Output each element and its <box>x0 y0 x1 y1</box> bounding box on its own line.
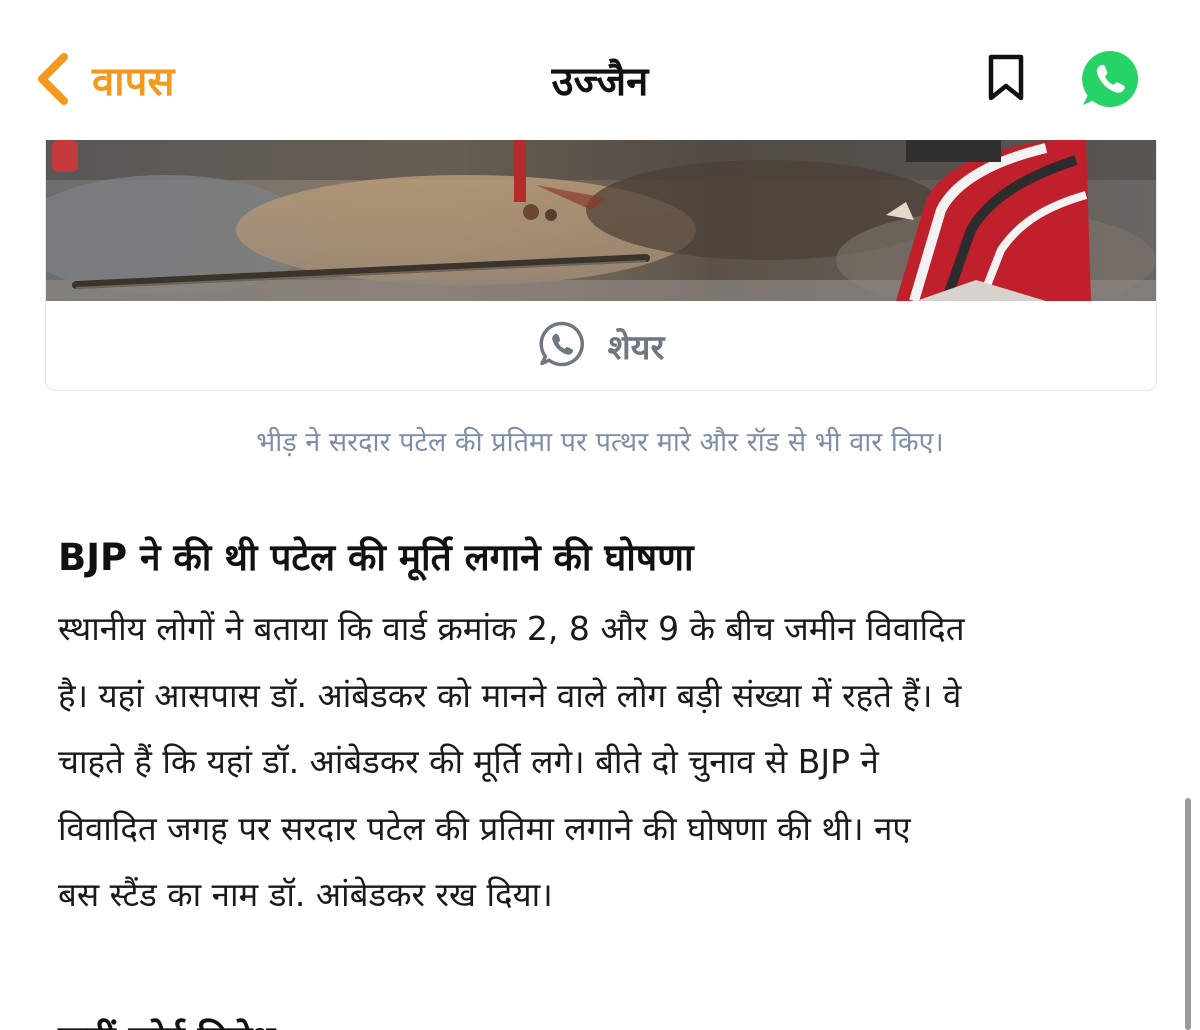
whatsapp-outline-icon <box>538 320 586 372</box>
scrollbar[interactable] <box>1185 798 1191 1030</box>
bookmark-button[interactable] <box>984 52 1028 104</box>
body-line: चाहते हैं कि यहां डॉ. आंबेडकर की मूर्ति … <box>58 742 879 781</box>
whatsapp-share-button[interactable] <box>1079 48 1141 110</box>
body-line: विवादित जगह पर सरदार पटेल की प्रतिमा लगा… <box>58 808 911 848</box>
image-caption: भीड़ ने सरदार पटेल की प्रतिमा पर पत्थर म… <box>256 427 944 458</box>
body-line: बस स्टैंड का नाम डॉ. आंबेडकर रख दिया। <box>58 875 553 914</box>
share-button[interactable]: शेयर <box>46 301 1156 390</box>
body-line: है। यहां आसपास डॉ. आंबेडकर को मानने वाले… <box>58 675 962 715</box>
share-label: शेयर <box>607 327 665 368</box>
bookmark-icon <box>984 54 1028 108</box>
next-section-heading: कहीं कोई विरोध <box>58 1012 1058 1030</box>
image-card: शेयर <box>45 140 1157 391</box>
article-photo <box>46 140 1156 301</box>
article-screen: वापस उज्जैन शेयर भीड़ ने सरदार पटेल की प… <box>0 0 1200 1030</box>
article-body: स्थानीय लोगों ने बताया कि वार्ड क्रमांक … <box>58 596 1148 929</box>
section-heading: BJP ने की थी पटेल की मूर्ति लगाने की घोष… <box>58 536 694 579</box>
top-bar: वापस उज्जैन <box>0 0 1200 140</box>
body-line: स्थानीय लोगों ने बताया कि वार्ड क्रमांक … <box>58 609 965 648</box>
whatsapp-icon <box>1079 50 1141 114</box>
